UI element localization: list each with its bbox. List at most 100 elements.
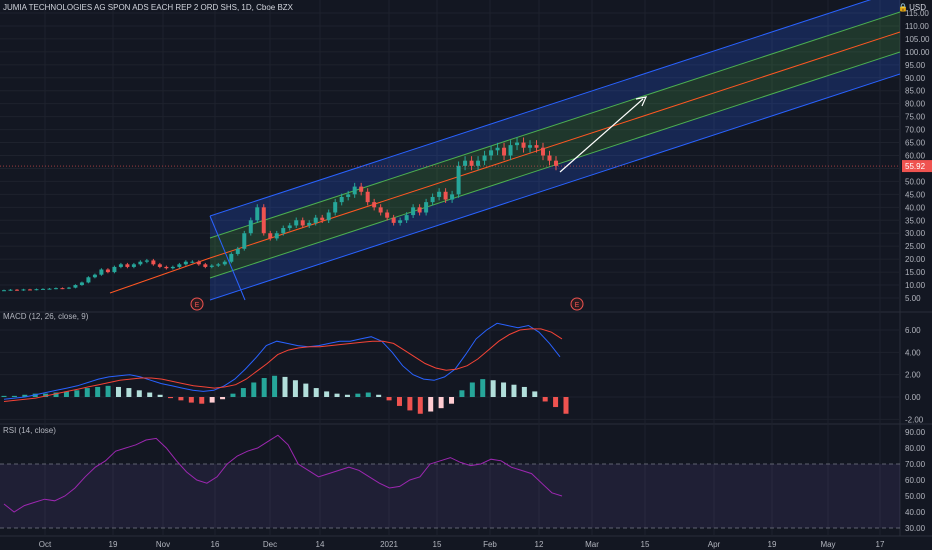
- macd-histogram-bar: [188, 397, 194, 403]
- candle-body: [209, 265, 214, 267]
- time-tick-label: 19: [109, 540, 118, 549]
- candle-body: [404, 215, 409, 221]
- macd-histogram-bar: [303, 383, 309, 397]
- macd-histogram-bar: [521, 386, 527, 397]
- price-tick-label: 35.00: [905, 216, 926, 225]
- rsi-tick-label: 60.00: [905, 476, 926, 485]
- candle-body: [489, 150, 494, 156]
- candle-body: [456, 165, 461, 195]
- candle-body: [248, 220, 253, 234]
- time-tick-label: Dec: [263, 540, 277, 549]
- channel-outer-band: [210, 52, 900, 300]
- candle-body: [274, 233, 279, 239]
- time-tick-label: May: [820, 540, 835, 549]
- macd-histogram-bar: [365, 392, 371, 397]
- macd-histogram-bar: [542, 397, 548, 402]
- macd-tick-label: 2.00: [905, 371, 921, 380]
- macd-histogram-bar: [115, 386, 121, 397]
- price-tick-label: 65.00: [905, 139, 926, 148]
- time-tick-label: 15: [433, 540, 442, 549]
- price-tick-label: 20.00: [905, 255, 926, 264]
- candle-body: [125, 264, 130, 267]
- price-tick-label: 85.00: [905, 87, 926, 96]
- macd-histogram-bar: [95, 386, 101, 397]
- candle-body: [190, 261, 195, 263]
- candle-body: [14, 289, 19, 291]
- candle-body: [515, 142, 520, 146]
- rsi-tick-label: 50.00: [905, 492, 926, 501]
- price-tick-label: 25.00: [905, 242, 926, 251]
- earnings-marker-label: E: [195, 302, 200, 309]
- candle-body: [164, 266, 169, 269]
- price-tick-label: 105.00: [905, 35, 930, 44]
- candle-body: [528, 145, 533, 148]
- candle-body: [66, 287, 71, 289]
- time-tick-label: 16: [211, 540, 220, 549]
- candle-body: [352, 186, 357, 195]
- time-tick-label: 2021: [380, 540, 398, 549]
- macd-histogram-bar: [324, 391, 330, 397]
- lock-icon[interactable]: 🔒: [898, 3, 908, 12]
- candle-body: [378, 207, 383, 213]
- candle-body: [47, 288, 52, 290]
- macd-histogram-bar: [511, 384, 517, 397]
- candle-body: [430, 196, 435, 203]
- time-tick-label: Apr: [708, 540, 721, 549]
- candle-body: [300, 220, 305, 226]
- candle-body: [21, 289, 26, 291]
- candle-body: [372, 202, 377, 208]
- candle-body: [411, 207, 416, 216]
- time-tick-label: 14: [316, 540, 325, 549]
- candle-body: [170, 266, 175, 269]
- channel-line: [209, 11, 901, 239]
- candle-body: [92, 274, 97, 278]
- candle-body: [73, 285, 78, 288]
- macd-histogram-bar: [126, 388, 132, 397]
- price-tick-label: 50.00: [905, 177, 926, 186]
- candle-body: [313, 217, 318, 223]
- candle-body: [60, 288, 65, 290]
- price-tick-label: 40.00: [905, 203, 926, 212]
- candle-body: [365, 191, 370, 203]
- candle-body: [183, 261, 188, 265]
- time-tick-label: Mar: [585, 540, 599, 549]
- candle-body: [222, 261, 227, 265]
- macd-histogram-bar: [105, 385, 111, 397]
- candle-body: [398, 220, 403, 223]
- macd-histogram-bar: [230, 393, 236, 397]
- candle-body: [534, 145, 539, 148]
- candle-body: [53, 288, 58, 290]
- candle-body: [261, 207, 266, 234]
- time-tick-label: 19: [768, 540, 777, 549]
- rsi-tick-label: 70.00: [905, 460, 926, 469]
- price-tick-label: 10.00: [905, 281, 926, 290]
- candle-body: [385, 212, 390, 218]
- macd-histogram-bar: [417, 397, 423, 414]
- macd-histogram-bar: [334, 393, 340, 397]
- macd-tick-label: 0.00: [905, 393, 921, 402]
- macd-histogram-bar: [147, 392, 153, 397]
- macd-histogram-bar: [386, 397, 392, 401]
- rsi-band: [0, 464, 900, 528]
- channel-line: [209, 31, 901, 259]
- last-price-value: 55.92: [905, 162, 926, 171]
- macd-histogram-bar: [220, 397, 226, 400]
- rsi-tick-label: 40.00: [905, 508, 926, 517]
- macd-line: [3, 322, 561, 400]
- time-tick-label: 17: [876, 540, 885, 549]
- trading-chart[interactable]: 5.00 10.00 15.00 20.00 25.00 30.00 35.00 40.00 4…: [0, 0, 932, 550]
- macd-histogram-bar: [449, 397, 455, 404]
- candle-body: [229, 253, 234, 262]
- macd-histogram-bar: [553, 397, 559, 408]
- macd-histogram-bar: [199, 397, 205, 404]
- rsi-tick-label: 90.00: [905, 428, 926, 437]
- time-tick-label: 12: [535, 540, 544, 549]
- candle-body: [326, 212, 331, 221]
- candle-body: [268, 233, 273, 239]
- candle-body: [307, 222, 312, 226]
- time-tick-label: 15: [641, 540, 650, 549]
- candle-body: [437, 191, 442, 197]
- macd-histogram-bar: [355, 393, 361, 397]
- candle-body: [112, 266, 117, 273]
- candle-body: [346, 194, 351, 197]
